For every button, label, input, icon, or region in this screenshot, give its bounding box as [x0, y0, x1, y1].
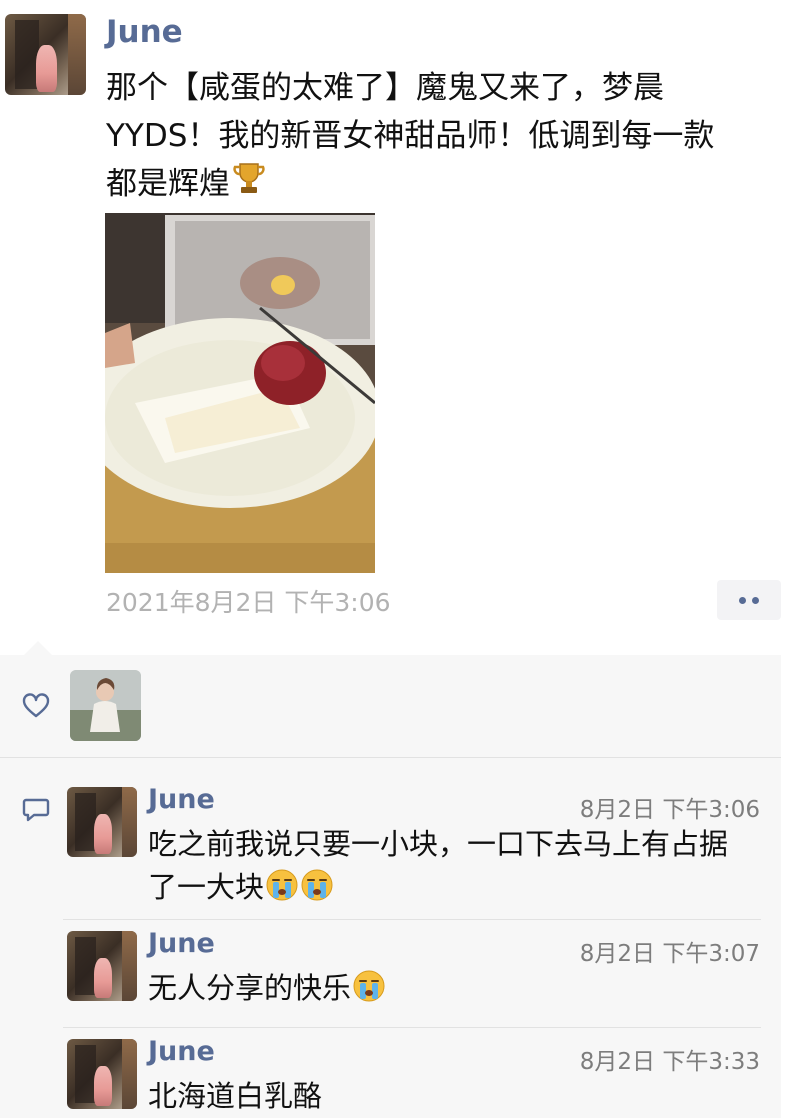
comment-author-avatar[interactable]	[67, 931, 137, 1001]
comment-text: 吃之前我说只要一小块，一口下去马上有占据 了一大块	[148, 823, 768, 914]
comment-text: 北海道白乳酪	[148, 1075, 768, 1118]
crying-emoji	[352, 969, 386, 1015]
post-text-line-3: 都是辉煌	[106, 166, 230, 202]
more-dots-icon[interactable]	[717, 580, 781, 620]
comment-time: 8月2日 下午3:33	[579, 1049, 760, 1075]
post-text: 那个【咸蛋的太难了】魔鬼又来了，梦晨 YYDS！我的新晋女神甜品师！低调到每一款…	[106, 64, 796, 212]
post-timestamp: 2021年8月2日 下午3:06	[106, 588, 391, 617]
panel-divider	[0, 757, 781, 758]
post-text-line-1: 那个【咸蛋的太难了】魔鬼又来了，梦晨	[106, 70, 664, 106]
comment-time: 8月2日 下午3:06	[579, 797, 760, 823]
trophy-emoji	[230, 160, 268, 212]
comment-text-line-1: 无人分享的快乐	[148, 971, 352, 1005]
comment-text: 无人分享的快乐	[148, 967, 768, 1015]
comment-author-name[interactable]: June	[148, 784, 215, 815]
comment-time: 8月2日 下午3:07	[579, 941, 760, 967]
comment-text-line-1: 吃之前我说只要一小块，一口下去马上有占据	[148, 827, 729, 861]
post-author-name[interactable]: June	[106, 14, 183, 50]
comment-separator	[63, 1027, 761, 1028]
comment-author-name[interactable]: June	[148, 1036, 215, 1067]
post-text-line-2: YYDS！我的新晋女神甜品师！低调到每一款	[106, 118, 715, 154]
comment-author-avatar[interactable]	[67, 787, 137, 857]
liker-avatar[interactable]	[70, 670, 141, 741]
comment-text-line-2: 了一大块	[148, 870, 265, 904]
comment-author-avatar[interactable]	[67, 1039, 137, 1109]
comment-separator	[63, 919, 761, 920]
heart-icon	[22, 693, 50, 723]
panel-arrow	[24, 641, 52, 655]
comment-author-name[interactable]: June	[148, 928, 215, 959]
post-photo[interactable]	[105, 213, 375, 573]
comment-text-line-1: 北海道白乳酪	[148, 1079, 323, 1113]
crying-emoji	[265, 868, 299, 914]
crying-emoji	[300, 868, 334, 914]
post-author-avatar[interactable]	[5, 14, 86, 95]
comment-bubble-icon	[22, 797, 50, 827]
